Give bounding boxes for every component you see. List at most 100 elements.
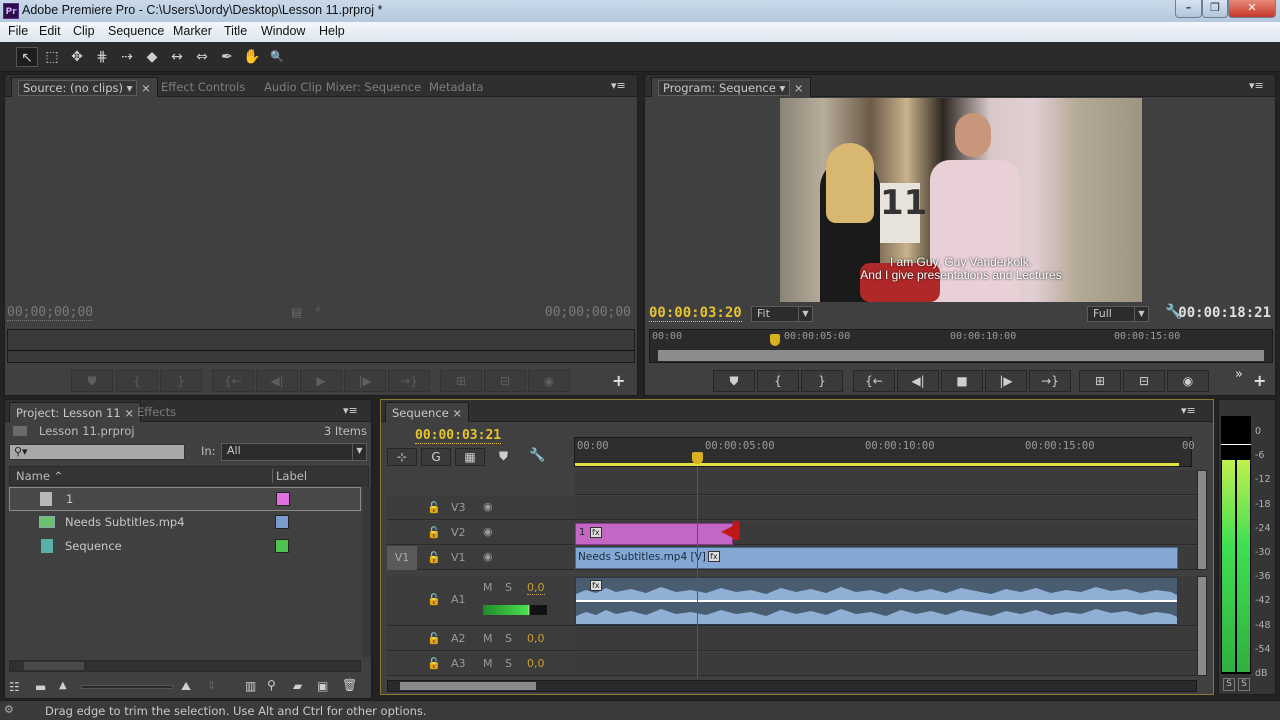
panel-menu-icon[interactable]: ▾≡: [1181, 404, 1197, 417]
mark-in-button[interactable]: {: [757, 370, 799, 392]
timeline-settings-wrench-icon[interactable]: 🔧: [529, 448, 545, 463]
zoom-scroll-bar[interactable]: [658, 350, 1264, 361]
track-volume[interactable]: 0,0: [527, 581, 545, 595]
column-header-label[interactable]: Label: [272, 469, 307, 483]
video-clip-needs-subtitles[interactable]: Needs Subtitles.mp4 [V] fx: [575, 547, 1178, 569]
tab-sequence[interactable]: Sequence ×: [385, 402, 470, 422]
menu-window[interactable]: Window: [261, 24, 305, 38]
label-color-swatch[interactable]: [276, 492, 290, 506]
source-patch-v1[interactable]: V1: [387, 546, 417, 570]
panel-menu-icon[interactable]: ▾≡: [343, 404, 359, 417]
project-item-row[interactable]: 1: [9, 487, 361, 511]
thumbnail-size-slider[interactable]: [81, 685, 173, 689]
step-back-button[interactable]: ◀|: [256, 370, 298, 392]
playhead-line[interactable]: [697, 466, 698, 678]
mute-button[interactable]: M: [483, 632, 493, 645]
hand-tool-icon[interactable]: ✋: [241, 47, 263, 67]
rate-stretch-tool-icon[interactable]: ⇢: [116, 47, 138, 67]
track-volume[interactable]: 0,0: [527, 657, 545, 670]
automate-to-sequence-icon[interactable]: ▥: [245, 679, 256, 693]
solo-button[interactable]: S: [505, 581, 512, 594]
project-item-row[interactable]: Needs Subtitles.mp4: [9, 511, 361, 535]
timeline-horizontal-scrollbar[interactable]: [387, 680, 1197, 692]
track-lane-v2[interactable]: 1 fx ◀▌: [575, 521, 1197, 545]
zoom-level-select[interactable]: Fit ▼: [751, 306, 813, 322]
minimize-button[interactable]: –: [1175, 0, 1202, 18]
ripple-edit-tool-icon[interactable]: ✥: [66, 47, 88, 67]
restore-button[interactable]: ❐: [1202, 0, 1228, 18]
go-to-out-button[interactable]: →}: [1029, 370, 1071, 392]
step-back-button[interactable]: ◀|: [897, 370, 939, 392]
tab-effects[interactable]: Effects: [131, 402, 182, 422]
status-gear-icon[interactable]: ⚙: [4, 703, 14, 716]
track-volume[interactable]: 0,0: [527, 632, 545, 645]
scrollbar-thumb[interactable]: [24, 662, 84, 670]
program-current-timecode[interactable]: 00:00:03:20: [649, 305, 742, 322]
mark-out-button[interactable]: }: [801, 370, 843, 392]
drag-audio-icon[interactable]: ⫩: [315, 305, 321, 316]
video-tracks-scrollbar[interactable]: [1197, 470, 1207, 570]
playhead-marker[interactable]: [692, 452, 703, 464]
menu-help[interactable]: Help: [319, 24, 345, 38]
snap-icon[interactable]: G: [421, 448, 451, 466]
icon-view-icon[interactable]: ▬: [35, 680, 46, 694]
mute-button[interactable]: M: [483, 581, 493, 594]
selection-tool-icon[interactable]: ↖: [16, 47, 38, 67]
project-search-input[interactable]: ⚲▾: [9, 444, 185, 460]
extract-button[interactable]: ⊟: [1123, 370, 1165, 392]
more-buttons-icon[interactable]: »: [1235, 367, 1243, 382]
tab-metadata[interactable]: Metadata: [423, 77, 489, 97]
project-item-row[interactable]: Sequence: [9, 535, 361, 559]
add-marker-button[interactable]: ⛊: [713, 370, 755, 392]
panel-menu-icon[interactable]: ▾≡: [611, 79, 627, 92]
solo-left-button[interactable]: S: [1223, 678, 1235, 691]
lock-icon[interactable]: 🔓: [427, 593, 441, 606]
slide-tool-icon[interactable]: ⇔: [191, 47, 213, 67]
slip-tool-icon[interactable]: ↔: [166, 47, 188, 67]
new-bin-icon[interactable]: ▰: [293, 679, 302, 693]
zoom-out-icon[interactable]: ▲: [59, 680, 67, 691]
lift-button[interactable]: ⊞: [1079, 370, 1121, 392]
razor-tool-icon[interactable]: ◆: [141, 47, 163, 67]
solo-button[interactable]: S: [505, 657, 512, 670]
track-lane-a1[interactable]: fx: [575, 576, 1197, 626]
tab-dropdown-icon[interactable]: ▾: [779, 81, 785, 95]
lock-icon[interactable]: 🔓: [427, 551, 441, 564]
source-time-ruler[interactable]: [7, 329, 635, 363]
eye-icon[interactable]: ◉: [483, 500, 493, 513]
tab-dropdown-icon[interactable]: ▾: [127, 81, 133, 95]
search-scope-select[interactable]: All ▼: [221, 443, 367, 461]
eye-icon[interactable]: ◉: [483, 525, 493, 538]
tab-audio-clip-mixer[interactable]: Audio Clip Mixer: Sequence: [258, 77, 427, 97]
menu-sequence[interactable]: Sequence: [108, 24, 164, 38]
lock-icon[interactable]: 🔓: [427, 632, 441, 645]
mark-in-button[interactable]: {: [116, 370, 158, 392]
scrollbar-thumb[interactable]: [400, 682, 536, 690]
mute-button[interactable]: M: [483, 657, 493, 670]
button-editor-add-icon[interactable]: +: [612, 371, 625, 390]
work-area-bar[interactable]: [575, 463, 1179, 466]
close-tab-icon[interactable]: ×: [452, 406, 462, 420]
list-view-icon[interactable]: ☷: [9, 680, 20, 694]
project-horizontal-scrollbar[interactable]: [9, 660, 361, 672]
label-color-swatch[interactable]: [275, 515, 289, 529]
track-lane-v3[interactable]: [575, 496, 1197, 520]
add-marker-button[interactable]: ⛊: [71, 370, 113, 392]
button-editor-add-icon[interactable]: +: [1253, 371, 1266, 390]
track-lane-a3[interactable]: [575, 652, 1197, 676]
export-frame-button[interactable]: ◉: [528, 370, 570, 392]
track-lane-v1[interactable]: Needs Subtitles.mp4 [V] fx: [575, 546, 1197, 570]
insert-button[interactable]: ⊞: [440, 370, 482, 392]
overwrite-button[interactable]: ⊟: [484, 370, 526, 392]
close-tab-icon[interactable]: ×: [141, 81, 151, 95]
close-tab-icon[interactable]: ×: [794, 81, 804, 95]
program-time-ruler[interactable]: 00:00 00:00:05:00 00:00:10:00 00:00:15:0…: [649, 329, 1273, 363]
step-forward-button[interactable]: |▶: [344, 370, 386, 392]
title-clip-1[interactable]: 1 fx: [575, 523, 733, 545]
export-frame-button[interactable]: ◉: [1167, 370, 1209, 392]
track-select-tool-icon[interactable]: ⬚: [41, 47, 63, 67]
pen-tool-icon[interactable]: ✒: [216, 47, 238, 67]
playback-resolution-select[interactable]: Full ▼: [1087, 306, 1149, 322]
tab-source[interactable]: Source: (no clips) ▾ ×: [11, 77, 158, 97]
trash-icon[interactable]: 🗑: [342, 678, 357, 692]
